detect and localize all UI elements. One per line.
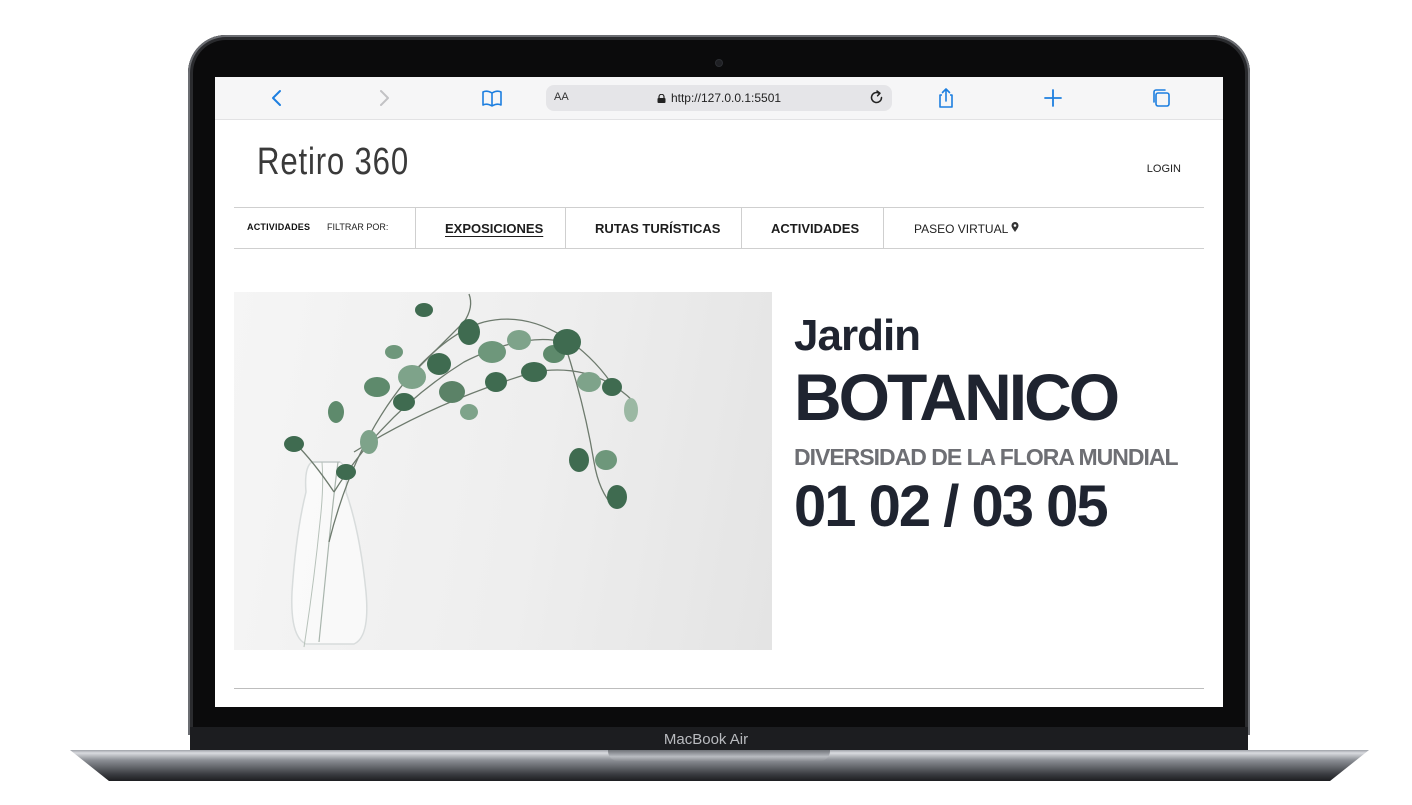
laptop-notch	[608, 750, 830, 761]
reload-icon[interactable]	[867, 88, 886, 107]
lock-icon	[657, 94, 666, 103]
nav-divider	[741, 208, 742, 248]
section-divider	[234, 688, 1204, 689]
hero-title-big: BOTANICO	[794, 360, 1120, 434]
screen: AA http://127.0.0.1:5501 Retiro 360 LOGI…	[215, 77, 1223, 707]
webcam	[716, 60, 722, 66]
virtual-tour-link[interactable]: PASEO VIRTUAL	[914, 222, 1019, 236]
hero-image	[234, 292, 772, 650]
nav-divider	[415, 208, 416, 248]
site-logo[interactable]: Retiro 360	[257, 141, 409, 184]
address-bar[interactable]: AA http://127.0.0.1:5501	[546, 85, 892, 111]
forward-icon[interactable]	[373, 87, 395, 109]
login-link[interactable]: LOGIN	[1147, 163, 1181, 175]
section-label: ACTIVIDADES	[247, 222, 311, 232]
share-icon[interactable]	[935, 87, 957, 109]
nav-divider	[883, 208, 884, 248]
category-nav: ACTIVIDADES FILTRAR POR: EXPOSICIONES RU…	[234, 207, 1204, 249]
new-tab-icon[interactable]	[1042, 87, 1064, 109]
back-icon[interactable]	[266, 87, 288, 109]
map-pin-icon	[1011, 222, 1019, 232]
nav-item-rutas-turisticas[interactable]: RUTAS TURÍSTICAS	[595, 221, 720, 236]
tabs-icon[interactable]	[1150, 87, 1172, 109]
address-url-wrap: http://127.0.0.1:5501	[546, 91, 892, 105]
filter-label: FILTRAR POR:	[327, 222, 389, 232]
nav-item-actividades[interactable]: ACTIVIDADES	[771, 221, 859, 236]
eucalyptus-vase-illustration	[284, 293, 638, 648]
browser-toolbar: AA http://127.0.0.1:5501	[215, 77, 1223, 120]
device-model-label: MacBook Air	[663, 731, 749, 748]
nav-item-exposiciones[interactable]: EXPOSICIONES	[445, 221, 543, 236]
hero-title-small: Jardin	[794, 311, 921, 360]
hero-dates: 01 02 / 03 05	[794, 474, 1109, 539]
bookmarks-icon[interactable]	[481, 87, 503, 109]
address-url: http://127.0.0.1:5501	[670, 91, 782, 105]
virtual-tour-label: PASEO VIRTUAL	[914, 222, 1009, 236]
nav-divider	[565, 208, 566, 248]
hero-subtitle: DIVERSIDAD DE LA FLORA MUNDIAL	[794, 444, 1179, 470]
